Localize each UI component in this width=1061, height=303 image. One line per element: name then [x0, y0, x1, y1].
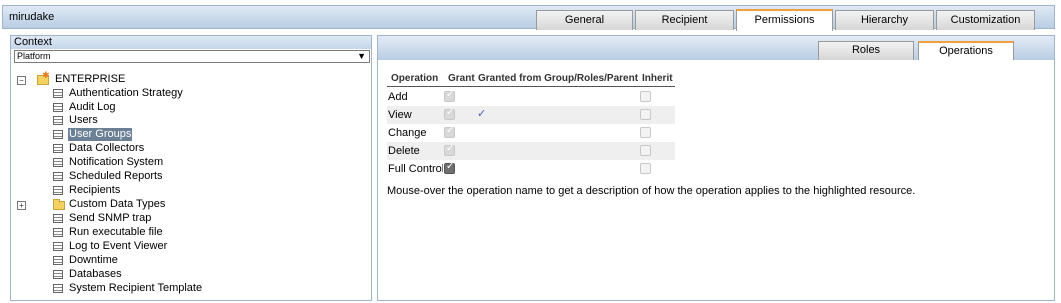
tab-recipient[interactable]: Recipient: [635, 10, 734, 30]
tree-item-label: Scheduled Reports: [69, 170, 163, 182]
grant-checkbox[interactable]: [444, 161, 455, 174]
tree-item-label: Data Collectors: [69, 142, 145, 154]
list-icon: [53, 256, 63, 265]
tree-item-label: Run executable file: [69, 226, 163, 238]
list-icon: [53, 270, 63, 279]
table-row: Delete: [387, 142, 675, 160]
list-icon: [53, 214, 63, 223]
list-icon: [53, 144, 63, 153]
tab-operations[interactable]: Operations: [918, 41, 1014, 60]
grant-checkbox: [444, 125, 455, 138]
tree-item-label: Recipients: [69, 184, 121, 196]
folder-icon: [53, 199, 65, 210]
operations-hint: Mouse-over the operation name to get a d…: [387, 185, 916, 197]
operation-name[interactable]: Full Control: [388, 163, 443, 175]
granted-from-check-icon: ✓: [477, 108, 487, 120]
operation-name[interactable]: Change: [388, 127, 427, 139]
table-divider: [387, 86, 675, 87]
top-bar: mirudake General Recipient Permissions H…: [2, 5, 1055, 31]
list-icon: [53, 130, 63, 139]
user-name: mirudake: [9, 11, 55, 23]
column-header-granted-from: Granted from Group/Roles/Parent: [478, 73, 639, 84]
operation-name[interactable]: Add: [388, 91, 408, 103]
tree-item-label: Databases: [69, 268, 122, 280]
tree-item-label: Authentication Strategy: [69, 87, 183, 99]
list-icon: [53, 242, 63, 251]
collapse-icon[interactable]: −: [17, 76, 26, 85]
tree-item-label: Users: [69, 114, 98, 126]
tree-root-label: ENTERPRISE: [55, 73, 126, 85]
tree-item-label: Audit Log: [69, 101, 116, 113]
table-row: View ✓: [387, 106, 675, 124]
tree-item-label: Custom Data Types: [69, 198, 166, 210]
operation-name[interactable]: Delete: [388, 145, 420, 157]
list-icon: [53, 158, 63, 167]
tree-item-label: Notification System: [69, 156, 164, 168]
list-icon: [53, 116, 63, 125]
grant-checkbox: [444, 143, 455, 156]
grant-checkbox: [444, 107, 455, 120]
list-icon: [53, 172, 63, 181]
chevron-down-icon: ▼: [357, 51, 366, 61]
inherit-checkbox: [640, 127, 651, 138]
inherit-checkbox: [640, 109, 651, 120]
operation-name[interactable]: View: [388, 109, 412, 121]
column-header-grant: Grant: [448, 73, 475, 84]
tab-permissions[interactable]: Permissions: [736, 9, 833, 31]
tree-item-label: Downtime: [69, 254, 118, 266]
tree-item-label: Send SNMP trap: [69, 212, 152, 224]
list-icon: [53, 103, 63, 112]
tree-item-label-selected: User Groups: [68, 128, 133, 141]
context-panel: Context Platform ▼ − ENTERPRISE Authenti…: [10, 35, 372, 301]
inherit-checkbox: [640, 145, 651, 156]
context-select[interactable]: Platform ▼: [14, 50, 370, 63]
sub-tab-bar: Roles Operations: [378, 36, 1054, 60]
inherit-checkbox: [640, 163, 651, 174]
tab-general[interactable]: General: [536, 10, 633, 30]
grant-checkbox: [444, 89, 455, 102]
table-row: Change: [387, 124, 675, 142]
tree-item-label: System Recipient Template: [69, 282, 203, 294]
tab-customization[interactable]: Customization: [936, 10, 1035, 30]
permissions-panel: Roles Operations Operation Grant Granted…: [377, 35, 1055, 301]
tree-item-label: Log to Event Viewer: [69, 240, 168, 252]
list-icon: [53, 89, 63, 98]
context-selected-value: Platform: [17, 51, 51, 61]
column-header-operation: Operation: [391, 73, 439, 84]
list-icon: [53, 186, 63, 195]
list-icon: [53, 228, 63, 237]
tab-roles[interactable]: Roles: [818, 41, 914, 60]
enterprise-icon: [37, 69, 50, 85]
column-header-inherit: Inherit: [642, 73, 673, 84]
list-icon: [53, 284, 63, 293]
table-row: Add: [387, 88, 675, 106]
table-row: Full Control: [387, 160, 675, 178]
expand-icon[interactable]: +: [17, 201, 26, 210]
context-title: Context: [11, 36, 371, 49]
inherit-checkbox: [640, 91, 651, 102]
tab-hierarchy[interactable]: Hierarchy: [835, 10, 934, 30]
